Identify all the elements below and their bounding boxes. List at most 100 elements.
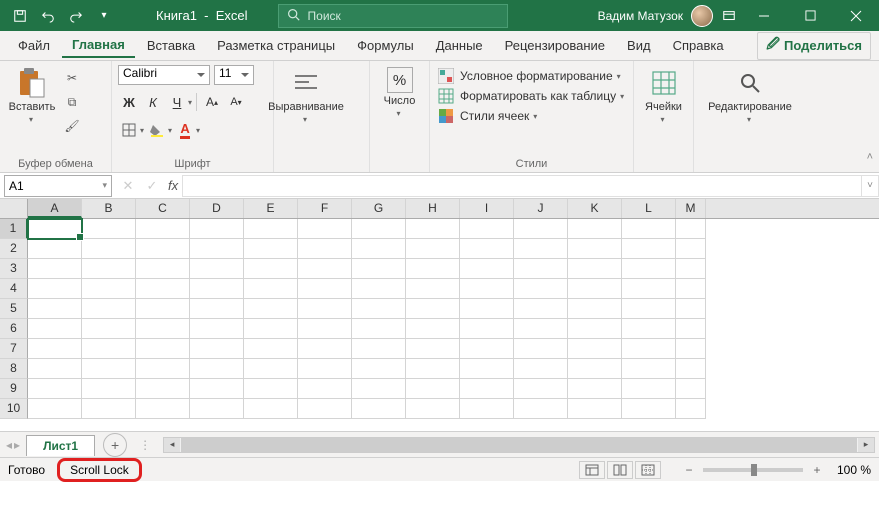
font-name-select[interactable]: Calibri <box>118 65 210 85</box>
cell-K1[interactable] <box>568 219 622 239</box>
cell-M3[interactable] <box>676 259 706 279</box>
cell-E4[interactable] <box>244 279 298 299</box>
cell-J7[interactable] <box>514 339 568 359</box>
cell-C1[interactable] <box>136 219 190 239</box>
cell-J10[interactable] <box>514 399 568 419</box>
scroll-right-icon[interactable]: ▸ <box>858 438 874 452</box>
enter-formula-icon[interactable]: ✓ <box>140 175 164 197</box>
decrease-font-icon[interactable]: A▾ <box>225 91 247 113</box>
format-painter-icon[interactable]: 🖌 <box>62 117 82 135</box>
cell-A4[interactable] <box>28 279 82 299</box>
cell-C2[interactable] <box>136 239 190 259</box>
tab-split-handle[interactable]: ⋮ <box>139 438 151 452</box>
editing-button[interactable]: Редактирование ▾ <box>700 65 800 124</box>
column-header-J[interactable]: J <box>514 199 568 218</box>
collapse-ribbon-icon[interactable]: ˄ <box>867 61 879 172</box>
cell-B8[interactable] <box>82 359 136 379</box>
cell-C6[interactable] <box>136 319 190 339</box>
tab-file[interactable]: Файл <box>8 34 60 57</box>
cell-B7[interactable] <box>82 339 136 359</box>
cell-C10[interactable] <box>136 399 190 419</box>
maximize-button[interactable] <box>787 0 833 31</box>
cell-L1[interactable] <box>622 219 676 239</box>
cell-F6[interactable] <box>298 319 352 339</box>
cell-E10[interactable] <box>244 399 298 419</box>
cell-E7[interactable] <box>244 339 298 359</box>
cell-G5[interactable] <box>352 299 406 319</box>
cell-J2[interactable] <box>514 239 568 259</box>
copy-icon[interactable]: ⧉ <box>62 93 82 111</box>
cell-J5[interactable] <box>514 299 568 319</box>
cell-A1[interactable] <box>28 219 82 239</box>
cell-M6[interactable] <box>676 319 706 339</box>
conditional-formatting-button[interactable]: Условное форматирование▾ <box>436 67 626 85</box>
cell-F2[interactable] <box>298 239 352 259</box>
cell-M2[interactable] <box>676 239 706 259</box>
format-as-table-button[interactable]: Форматировать как таблицу▾ <box>436 87 626 105</box>
cancel-formula-icon[interactable]: ✕ <box>116 175 140 197</box>
column-header-B[interactable]: B <box>82 199 136 218</box>
cell-G8[interactable] <box>352 359 406 379</box>
cell-M10[interactable] <box>676 399 706 419</box>
cell-G9[interactable] <box>352 379 406 399</box>
fx-icon[interactable]: fx <box>168 178 178 193</box>
cell-B5[interactable] <box>82 299 136 319</box>
cell-J3[interactable] <box>514 259 568 279</box>
italic-button[interactable]: К <box>142 91 164 113</box>
cell-E3[interactable] <box>244 259 298 279</box>
cell-M8[interactable] <box>676 359 706 379</box>
cell-I2[interactable] <box>460 239 514 259</box>
cell-F8[interactable] <box>298 359 352 379</box>
cell-K9[interactable] <box>568 379 622 399</box>
cell-A9[interactable] <box>28 379 82 399</box>
cell-I9[interactable] <box>460 379 514 399</box>
tab-help[interactable]: Справка <box>663 34 734 57</box>
cell-I4[interactable] <box>460 279 514 299</box>
cell-F9[interactable] <box>298 379 352 399</box>
cell-D9[interactable] <box>190 379 244 399</box>
cell-D1[interactable] <box>190 219 244 239</box>
cell-K6[interactable] <box>568 319 622 339</box>
number-button[interactable]: % Число ▾ <box>376 65 423 118</box>
cell-H10[interactable] <box>406 399 460 419</box>
cell-C9[interactable] <box>136 379 190 399</box>
cell-C4[interactable] <box>136 279 190 299</box>
cell-I7[interactable] <box>460 339 514 359</box>
cell-F4[interactable] <box>298 279 352 299</box>
cell-L8[interactable] <box>622 359 676 379</box>
cell-F1[interactable] <box>298 219 352 239</box>
tab-page-layout[interactable]: Разметка страницы <box>207 34 345 57</box>
cell-H9[interactable] <box>406 379 460 399</box>
alignment-button[interactable]: Выравнивание ▾ <box>280 65 332 124</box>
cell-K3[interactable] <box>568 259 622 279</box>
cell-F10[interactable] <box>298 399 352 419</box>
cell-B6[interactable] <box>82 319 136 339</box>
cell-M7[interactable] <box>676 339 706 359</box>
row-header-3[interactable]: 3 <box>0 259 28 279</box>
cell-K2[interactable] <box>568 239 622 259</box>
column-header-H[interactable]: H <box>406 199 460 218</box>
user-account[interactable]: Вадим Матузок <box>598 5 717 27</box>
cell-C7[interactable] <box>136 339 190 359</box>
row-header-4[interactable]: 4 <box>0 279 28 299</box>
cell-C3[interactable] <box>136 259 190 279</box>
zoom-slider[interactable] <box>703 468 803 472</box>
cell-D10[interactable] <box>190 399 244 419</box>
save-icon[interactable] <box>8 4 32 28</box>
cell-G4[interactable] <box>352 279 406 299</box>
cell-D6[interactable] <box>190 319 244 339</box>
cell-I6[interactable] <box>460 319 514 339</box>
cell-H7[interactable] <box>406 339 460 359</box>
cell-G7[interactable] <box>352 339 406 359</box>
column-header-K[interactable]: K <box>568 199 622 218</box>
font-size-select[interactable]: 11 <box>214 65 254 85</box>
add-sheet-button[interactable]: + <box>103 433 127 457</box>
cell-L6[interactable] <box>622 319 676 339</box>
zoom-out-button[interactable]: − <box>681 463 697 477</box>
cell-A7[interactable] <box>28 339 82 359</box>
fill-color-icon[interactable] <box>146 119 168 141</box>
cell-G10[interactable] <box>352 399 406 419</box>
cell-D4[interactable] <box>190 279 244 299</box>
cell-L7[interactable] <box>622 339 676 359</box>
cell-J8[interactable] <box>514 359 568 379</box>
